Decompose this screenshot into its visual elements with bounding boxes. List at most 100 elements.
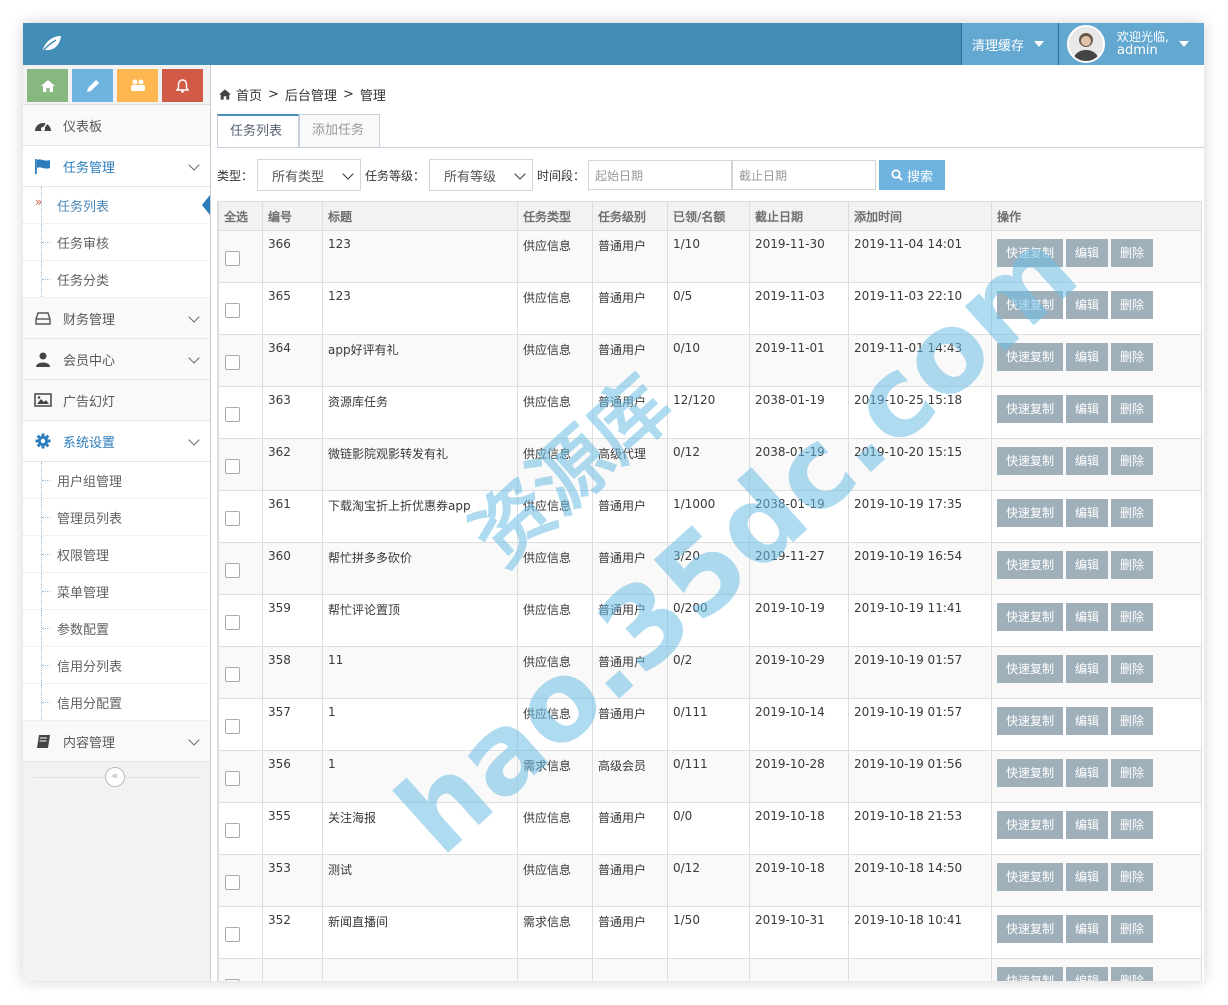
breadcrumb-backend-link[interactable]: 后台管理: [285, 85, 337, 104]
row-checkbox[interactable]: [225, 927, 240, 942]
edit-button[interactable]: 编辑: [1066, 343, 1109, 371]
quick-copy-button[interactable]: 快速复制: [997, 395, 1064, 423]
delete-button[interactable]: 删除: [1111, 239, 1154, 267]
row-checkbox[interactable]: [225, 459, 240, 474]
quick-copy-button[interactable]: 快速复制: [997, 707, 1064, 735]
delete-button[interactable]: 删除: [1111, 811, 1154, 839]
sidebar-subitem-menus[interactable]: 菜单管理: [23, 573, 210, 610]
sidebar-item-content[interactable]: 内容管理: [23, 721, 210, 762]
quick-copy-button[interactable]: 快速复制: [997, 863, 1064, 891]
quick-copy-button[interactable]: 快速复制: [997, 499, 1064, 527]
delete-button[interactable]: 删除: [1111, 291, 1154, 319]
quick-copy-button[interactable]: 快速复制: [997, 239, 1064, 267]
row-checkbox[interactable]: [225, 979, 240, 981]
row-checkbox[interactable]: [225, 303, 240, 318]
select-all-header[interactable]: 全选: [218, 201, 263, 231]
sidebar-subitem-credit-config[interactable]: 信用分配置: [23, 684, 210, 721]
sidebar-item-members[interactable]: 会员中心: [23, 339, 210, 380]
quick-copy-button[interactable]: 快速复制: [997, 759, 1064, 787]
row-checkbox[interactable]: [225, 355, 240, 370]
quick-copy-button[interactable]: 快速复制: [997, 655, 1064, 683]
row-checkbox[interactable]: [225, 719, 240, 734]
double-chevron-left-icon[interactable]: «: [105, 767, 125, 787]
breadcrumb-home-link[interactable]: 首页: [236, 85, 262, 104]
row-checkbox[interactable]: [225, 823, 240, 838]
user-menu-button[interactable]: 欢迎光临, admin: [1058, 23, 1204, 65]
title-cell: 1: [322, 750, 518, 803]
edit-button[interactable]: 编辑: [1066, 655, 1109, 683]
edit-button[interactable]: 编辑: [1066, 395, 1109, 423]
delete-button[interactable]: 删除: [1111, 603, 1154, 631]
delete-button[interactable]: 删除: [1111, 395, 1154, 423]
search-button[interactable]: 搜索: [879, 160, 946, 190]
sidebar-subitem-params[interactable]: 参数配置: [23, 610, 210, 647]
row-checkbox[interactable]: [225, 615, 240, 630]
sidebar-item-label: 内容管理: [63, 735, 116, 751]
delete-button[interactable]: 删除: [1111, 863, 1154, 891]
delete-button[interactable]: 删除: [1111, 967, 1154, 981]
quick-copy-button[interactable]: 快速复制: [997, 291, 1064, 319]
sidebar-item-system-settings[interactable]: 系统设置: [23, 421, 210, 462]
edit-button[interactable]: 编辑: [1066, 499, 1109, 527]
edit-button[interactable]: 编辑: [1066, 759, 1109, 787]
tab-add-task[interactable]: 添加任务: [299, 114, 380, 147]
row-checkbox[interactable]: [225, 667, 240, 682]
row-checkbox[interactable]: [225, 563, 240, 578]
quick-copy-button[interactable]: 快速复制: [997, 447, 1064, 475]
home-shortcut-button[interactable]: [27, 69, 68, 102]
delete-button[interactable]: 删除: [1111, 447, 1154, 475]
created-time-cell: 2019-10-19 16:54: [848, 542, 992, 595]
edit-button[interactable]: 编辑: [1066, 291, 1109, 319]
end-date-input[interactable]: 截止日期: [732, 160, 877, 190]
users-shortcut-button[interactable]: [117, 69, 158, 102]
level-select[interactable]: 所有等级: [429, 159, 534, 191]
sidebar-subitem-credit-list[interactable]: 信用分列表: [23, 647, 210, 684]
edit-button[interactable]: 编辑: [1066, 707, 1109, 735]
type-select[interactable]: 所有类型: [257, 159, 362, 191]
quick-copy-button[interactable]: 快速复制: [997, 967, 1064, 981]
delete-button[interactable]: 删除: [1111, 343, 1154, 371]
row-checkbox[interactable]: [225, 407, 240, 422]
row-checkbox[interactable]: [225, 251, 240, 266]
delete-button[interactable]: 删除: [1111, 551, 1154, 579]
edit-button[interactable]: 编辑: [1066, 603, 1109, 631]
row-checkbox[interactable]: [225, 771, 240, 786]
edit-button[interactable]: 编辑: [1066, 239, 1109, 267]
edit-button[interactable]: 编辑: [1066, 863, 1109, 891]
delete-button[interactable]: 删除: [1111, 915, 1154, 943]
sidebar-subitem-task-list[interactable]: 任务列表: [23, 187, 210, 224]
quick-copy-button[interactable]: 快速复制: [997, 811, 1064, 839]
delete-button[interactable]: 删除: [1111, 499, 1154, 527]
quick-copy-button[interactable]: 快速复制: [997, 343, 1064, 371]
tab-task-list[interactable]: 任务列表: [217, 114, 299, 147]
edit-button[interactable]: 编辑: [1066, 915, 1109, 943]
sidebar-item-ads[interactable]: 广告幻灯: [23, 380, 210, 421]
leaf-logo-icon[interactable]: [39, 33, 63, 55]
start-date-input[interactable]: 起始日期: [588, 160, 733, 190]
sidebar-subitem-admin-list[interactable]: 管理员列表: [23, 499, 210, 536]
sidebar-subitem-permissions[interactable]: 权限管理: [23, 536, 210, 573]
sidebar-item-task-management[interactable]: 任务管理: [23, 146, 210, 187]
clear-cache-button[interactable]: 清理缓存: [960, 23, 1058, 65]
quick-copy-button[interactable]: 快速复制: [997, 603, 1064, 631]
row-checkbox[interactable]: [225, 875, 240, 890]
sidebar-item-finance[interactable]: 财务管理: [23, 298, 210, 339]
delete-button[interactable]: 删除: [1111, 759, 1154, 787]
row-checkbox[interactable]: [225, 511, 240, 526]
sidebar-subitem-user-groups[interactable]: 用户组管理: [23, 462, 210, 499]
edit-button[interactable]: 编辑: [1066, 447, 1109, 475]
deadline-cell: 2019-11-03: [749, 282, 849, 335]
quick-copy-button[interactable]: 快速复制: [997, 915, 1064, 943]
quick-copy-button[interactable]: 快速复制: [997, 551, 1064, 579]
edit-button[interactable]: 编辑: [1066, 811, 1109, 839]
edit-button[interactable]: 编辑: [1066, 551, 1109, 579]
sidebar-subitem-task-review[interactable]: 任务审核: [23, 224, 210, 261]
delete-button[interactable]: 删除: [1111, 655, 1154, 683]
sidebar-subitem-task-category[interactable]: 任务分类: [23, 261, 210, 298]
edit-button[interactable]: 编辑: [1066, 967, 1109, 981]
top-navbar: 清理缓存 欢迎光临, admin: [23, 23, 1204, 65]
sidebar-item-dashboard[interactable]: 仪表板: [23, 105, 210, 146]
pencil-shortcut-button[interactable]: [72, 69, 113, 102]
delete-button[interactable]: 删除: [1111, 707, 1154, 735]
bell-shortcut-button[interactable]: [162, 69, 203, 102]
